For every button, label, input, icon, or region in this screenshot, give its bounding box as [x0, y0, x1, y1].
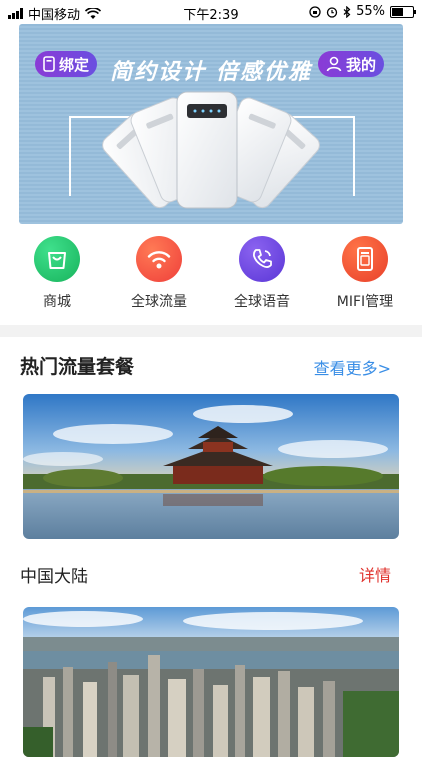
alarm-icon	[326, 6, 338, 18]
quick-item-mifi-manage[interactable]: MIFI管理	[315, 236, 415, 311]
quick-item-label: 全球语音	[234, 294, 290, 310]
section-divider	[0, 325, 422, 337]
quick-item-global-voice[interactable]: 全球语音	[212, 236, 312, 311]
quick-item-global-data[interactable]: 全球流量	[109, 236, 209, 311]
shopping-bag-icon	[34, 236, 80, 282]
quick-item-mall[interactable]: 商城	[7, 236, 107, 311]
package-detail-link[interactable]: 详情	[359, 562, 391, 586]
quick-item-label: 全球流量	[131, 294, 187, 310]
quick-item-label: MIFI管理	[336, 294, 394, 310]
quick-item-label: 商城	[43, 294, 71, 310]
rotation-lock-icon	[309, 5, 321, 18]
bluetooth-icon	[343, 5, 351, 18]
mine-label: 我的	[345, 55, 376, 74]
section-title: 热门流量套餐	[20, 356, 135, 378]
phone-icon	[239, 236, 285, 282]
device-icon	[342, 236, 388, 282]
package-card-image[interactable]	[23, 394, 399, 539]
status-bar: 中国移动 下午2:39 55%	[0, 0, 422, 24]
promo-banner[interactable]: 简约设计 倍感优雅 绑定 我的	[19, 24, 403, 224]
forbidden-city-photo	[23, 394, 399, 539]
bind-button[interactable]: 绑定	[35, 51, 98, 77]
sim-card-icon	[43, 56, 55, 72]
battery-icon	[390, 5, 416, 18]
battery-percent: 55%	[356, 4, 385, 19]
wifi-icon	[136, 236, 182, 282]
view-more-link[interactable]: 查看更多>	[314, 355, 391, 379]
package-name: 中国大陆	[20, 567, 88, 587]
bind-label: 绑定	[59, 55, 90, 74]
mine-button[interactable]: 我的	[317, 51, 384, 77]
package-card-image[interactable]	[23, 607, 399, 757]
quick-actions: 商城 全球流量 全球语音 MIFI管理	[0, 236, 422, 318]
hong-kong-photo	[23, 607, 399, 757]
user-icon	[326, 56, 342, 72]
